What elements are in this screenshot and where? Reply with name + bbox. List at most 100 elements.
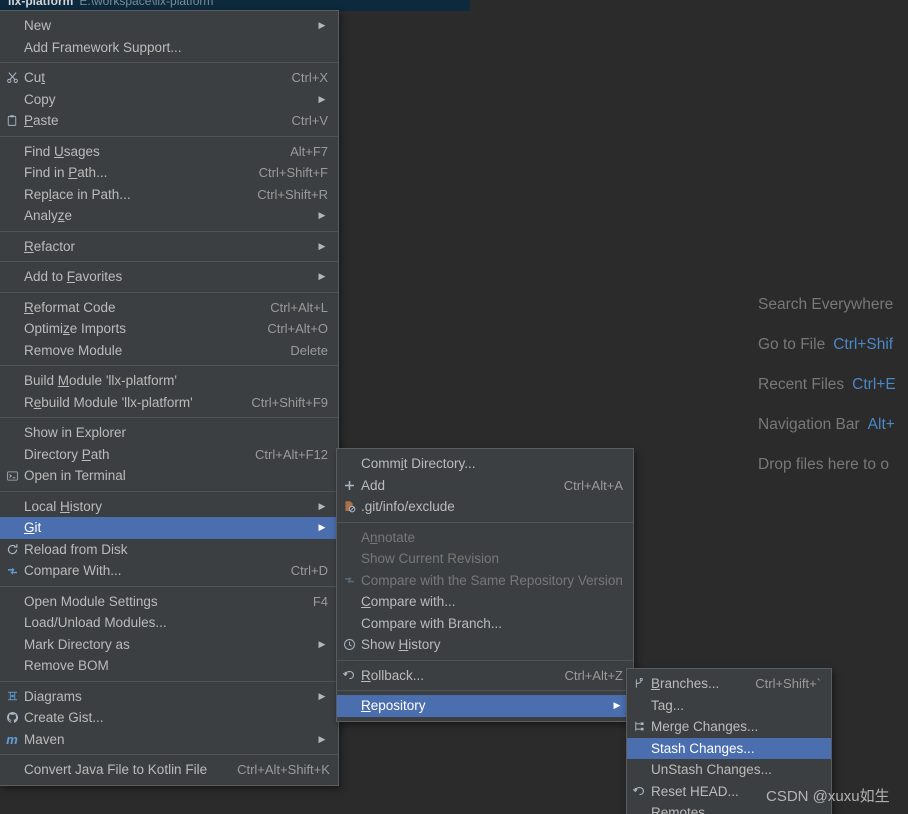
menu-item-shortcut: Ctrl+Shift+F9 — [251, 394, 328, 410]
no-icon — [0, 165, 24, 181]
editor-hint-label: Navigation Bar — [758, 416, 860, 433]
menu-item-cut[interactable]: Cut Ctrl+X — [0, 67, 338, 89]
menu-item-new[interactable]: New ▶ — [0, 15, 338, 37]
menu-item-git-info-exclude[interactable]: .git/info/exclude — [337, 496, 633, 518]
menu-item-label: Replace in Path... — [24, 186, 131, 202]
menu-item-label: New — [24, 18, 52, 34]
menu-item-commit-directory[interactable]: Commit Directory... — [337, 453, 633, 475]
menu-item-merge-changes[interactable]: Merge Changes... — [627, 716, 831, 738]
menu-item-remotes[interactable]: Remotes... — [627, 802, 831, 814]
editor-hint-shortcut: Alt+ — [867, 416, 895, 433]
no-icon — [0, 446, 24, 462]
editor-hint-row: Search Everywhere — [758, 285, 908, 325]
plus-icon — [337, 477, 361, 493]
menu-item-add-framework-support[interactable]: Add Framework Support... — [0, 37, 338, 59]
menu-item-diagrams[interactable]: Diagrams ▶ — [0, 686, 338, 708]
menu-separator — [0, 261, 338, 262]
menu-item-convert-java-file-to-kotlin-file[interactable]: Convert Java File to Kotlin File Ctrl+Alt… — [0, 759, 338, 781]
menu-item-unstash-changes[interactable]: UnStash Changes... — [627, 759, 831, 781]
menu-item-local-history[interactable]: Local History ▶ — [0, 496, 338, 518]
menu-item-remove-bom[interactable]: Remove BOM — [0, 655, 338, 677]
no-icon — [627, 740, 651, 756]
menu-item-label: Reformat Code — [24, 299, 116, 315]
menu-item-label: Remove Module — [24, 342, 123, 358]
menu-item-copy[interactable]: Copy ▶ — [0, 89, 338, 111]
menu-item-shortcut: Delete — [290, 342, 328, 358]
menu-separator — [337, 659, 633, 661]
menu-item-label: Tag... — [651, 697, 685, 713]
menu-item-compare-with[interactable]: Compare with... — [337, 591, 633, 613]
repository-submenu[interactable]: Branches... Ctrl+Shift+` Tag... Merge Chang… — [626, 668, 832, 814]
menu-item-show-history[interactable]: Show History — [337, 634, 633, 656]
menu-item-mark-directory-as[interactable]: Mark Directory as ▶ — [0, 634, 338, 656]
menu-item-tag[interactable]: Tag... — [627, 695, 831, 717]
menu-item-compare-with[interactable]: Compare With... Ctrl+D — [0, 560, 338, 582]
git-submenu[interactable]: Commit Directory... Add Ctrl+Alt+A .git/inf… — [336, 448, 634, 722]
rollback-icon — [337, 667, 361, 683]
no-icon — [0, 208, 24, 224]
no-icon — [0, 615, 24, 631]
menu-item-shortcut: Ctrl+X — [291, 70, 328, 86]
menu-item-label: .git/info/exclude — [361, 499, 455, 515]
menu-item-maven[interactable]: m Maven ▶ — [0, 729, 338, 751]
menu-item-open-in-terminal[interactable]: Open in Terminal — [0, 465, 338, 487]
menu-item-add[interactable]: Add Ctrl+Alt+A — [337, 475, 633, 497]
menu-item-show-in-explorer[interactable]: Show in Explorer — [0, 422, 338, 444]
menu-item-remove-module[interactable]: Remove Module Delete — [0, 340, 338, 362]
menu-item-optimize-imports[interactable]: Optimize Imports Ctrl+Alt+O — [0, 318, 338, 340]
menu-item-shortcut: Ctrl+Alt+Shift+K — [237, 762, 330, 778]
menu-item-analyze[interactable]: Analyze ▶ — [0, 205, 338, 227]
chevron-right-icon: ▶ — [318, 733, 326, 744]
menu-item-paste[interactable]: Paste Ctrl+V — [0, 110, 338, 132]
menu-item-label: Local History — [24, 498, 103, 514]
project-context-menu[interactable]: New ▶ Add Framework Support... Cut Ctrl+X Cop… — [0, 10, 339, 786]
menu-item-load-unload-modules[interactable]: Load/Unload Modules... — [0, 612, 338, 634]
menu-item-label: Convert Java File to Kotlin File — [24, 762, 208, 778]
menu-item-label: Maven — [24, 731, 65, 747]
menu-item-git[interactable]: Git ▶ — [0, 517, 338, 539]
menu-item-label: Build Module 'llx-platform' — [24, 373, 177, 389]
menu-separator — [0, 417, 338, 418]
git-exclude-icon — [337, 499, 361, 515]
menu-item-annotate: Annotate — [337, 527, 633, 549]
menu-item-rebuild-module-llx-platform[interactable]: Rebuild Module 'llx-platform' Ctrl+Shift+… — [0, 392, 338, 414]
menu-item-refactor[interactable]: Refactor ▶ — [0, 236, 338, 258]
menu-separator — [0, 62, 338, 63]
menu-item-directory-path[interactable]: Directory Path Ctrl+Alt+F12 — [0, 444, 338, 466]
menu-item-label: Commit Directory... — [361, 456, 476, 472]
ide-screen: Search Everywhere Go to File Ctrl+Shif Rece… — [0, 0, 908, 814]
menu-item-build-module-llx-platform[interactable]: Build Module 'llx-platform' — [0, 370, 338, 392]
menu-item-create-gist[interactable]: Create Gist... — [0, 707, 338, 729]
menu-item-open-module-settings[interactable]: Open Module Settings F4 — [0, 591, 338, 613]
menu-item-replace-in-path[interactable]: Replace in Path... Ctrl+Shift+R — [0, 184, 338, 206]
menu-separator — [0, 680, 338, 682]
menu-item-shortcut: Ctrl+Shift+R — [257, 186, 328, 202]
menu-item-find-usages[interactable]: Find Usages Alt+F7 — [0, 141, 338, 163]
no-icon — [0, 636, 24, 652]
menu-item-reload-from-disk[interactable]: Reload from Disk — [0, 539, 338, 561]
menu-item-repository[interactable]: Repository ▶ — [337, 695, 633, 717]
menu-item-stash-changes[interactable]: Stash Changes... — [627, 737, 831, 759]
menu-item-label: Add — [361, 477, 386, 493]
menu-item-compare-with-branch[interactable]: Compare with Branch... — [337, 613, 633, 635]
menu-item-label: Optimize Imports — [24, 321, 127, 337]
menu-item-label: UnStash Changes... — [651, 762, 772, 778]
menu-item-label: Open in Terminal — [24, 468, 126, 484]
no-icon — [337, 529, 361, 545]
project-tree-row-content: llx-platform E:\workspace\llx-platform — [8, 0, 213, 8]
chevron-right-icon: ▶ — [318, 522, 326, 533]
menu-item-reformat-code[interactable]: Reformat Code Ctrl+Alt+L — [0, 297, 338, 319]
menu-item-reset-head[interactable]: Reset HEAD... — [627, 781, 831, 803]
menu-separator — [337, 690, 633, 691]
menu-item-label: Rollback... — [361, 667, 425, 683]
menu-item-add-to-favorites[interactable]: Add to Favorites ▶ — [0, 266, 338, 288]
menu-item-label: Reset HEAD... — [651, 783, 739, 799]
no-icon — [627, 697, 651, 713]
menu-separator — [0, 230, 338, 232]
menu-item-rollback[interactable]: Rollback... Ctrl+Alt+Z — [337, 665, 633, 687]
menu-item-branches[interactable]: Branches... Ctrl+Shift+` — [627, 673, 831, 695]
menu-separator — [0, 365, 338, 366]
menu-item-find-in-path[interactable]: Find in Path... Ctrl+Shift+F — [0, 162, 338, 184]
menu-item-label: Find Usages — [24, 143, 100, 159]
menu-item-label: Show in Explorer — [24, 425, 127, 441]
